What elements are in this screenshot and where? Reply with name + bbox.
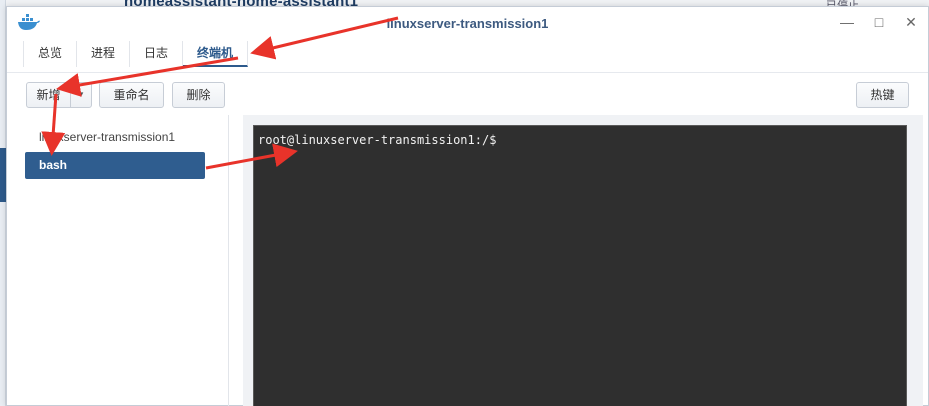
session-item-container[interactable]: linuxserver-transmission1 xyxy=(25,124,205,151)
hotkey-button[interactable]: 热键 xyxy=(856,82,909,108)
title-bar[interactable]: linuxserver-transmission1 — □ ✕ xyxy=(7,7,928,39)
window-title: linuxserver-transmission1 xyxy=(386,16,549,31)
container-detail-window: linuxserver-transmission1 — □ ✕ 总览 进程 日志… xyxy=(6,6,929,406)
terminal-output[interactable]: root@linuxserver-transmission1:/$ xyxy=(253,125,907,406)
panel-divider xyxy=(228,115,229,406)
minimize-icon[interactable]: — xyxy=(839,14,855,30)
close-icon[interactable]: ✕ xyxy=(903,14,919,30)
chevron-down-icon[interactable]: ▼ xyxy=(71,83,91,107)
rename-button[interactable]: 重命名 xyxy=(99,82,164,108)
tab-bar: 总览 进程 日志 终端机 xyxy=(23,41,249,67)
terminal-prompt: root@linuxserver-transmission1:/$ xyxy=(258,133,497,147)
tab-process[interactable]: 进程 xyxy=(77,41,131,67)
new-button-label[interactable]: 新增 xyxy=(27,83,71,107)
screen: homeassistant-home-assistant1 已停止 linuxs… xyxy=(0,0,929,406)
tab-terminal[interactable]: 终端机 xyxy=(183,41,249,67)
session-list: linuxserver-transmission1 bash xyxy=(17,115,217,405)
new-button[interactable]: 新增 ▼ xyxy=(26,82,92,108)
tab-log[interactable]: 日志 xyxy=(130,41,184,67)
tab-overview[interactable]: 总览 xyxy=(23,41,78,67)
maximize-icon[interactable]: □ xyxy=(871,14,887,30)
tab-divider xyxy=(7,72,928,73)
delete-button[interactable]: 删除 xyxy=(172,82,225,108)
session-item-bash[interactable]: bash xyxy=(25,152,205,179)
